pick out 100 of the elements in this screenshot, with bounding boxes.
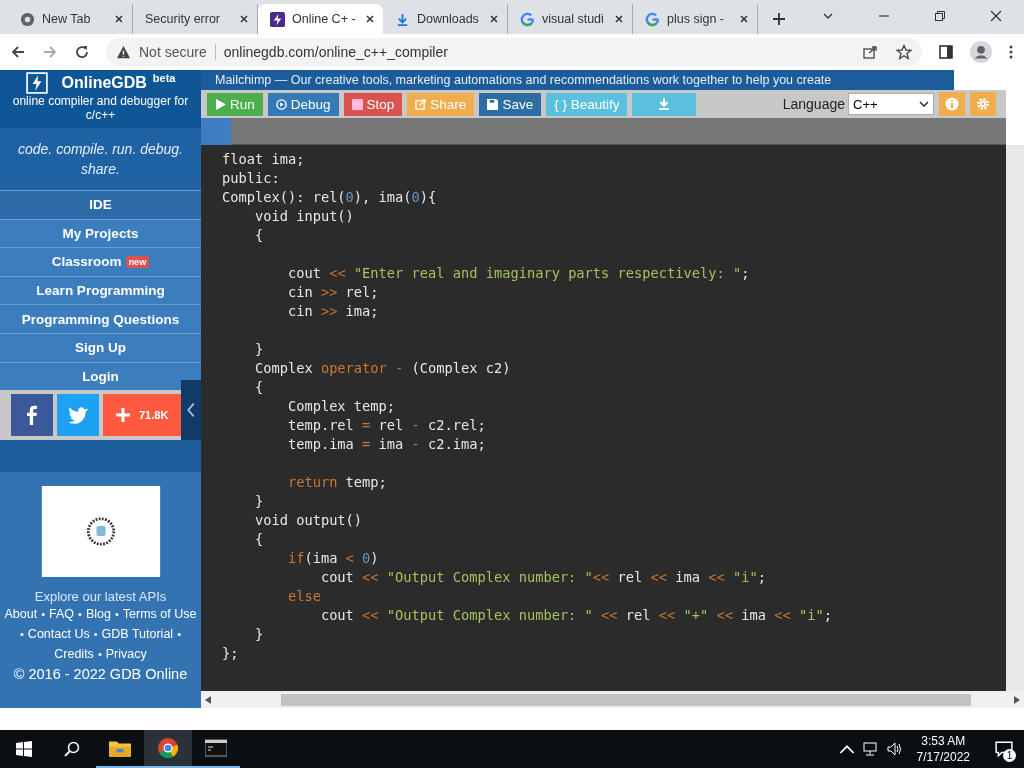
close-icon[interactable] [739,14,749,24]
code-line: }; [222,644,239,663]
new-tab-icon[interactable] [772,12,786,26]
code-line: { [253,378,264,397]
browser-tab[interactable]: Online C+ - [258,4,383,34]
footer-link[interactable]: Credits [54,644,94,665]
footer-link[interactable]: Blog [85,604,111,625]
code-line: void input() [253,207,354,226]
sidebar-item[interactable]: IDE [0,190,201,219]
new-badge: new [125,256,150,268]
ad-banner[interactable]: Mailchimp — Our creative tools, marketing automations and recommendations work together to help you create [201,70,954,90]
horizontal-scrollbar[interactable] [201,691,1024,708]
message-icon [995,740,1013,758]
ad-text: Explore our latest APIs [34,589,167,605]
taskbar-app[interactable] [144,730,192,768]
close-icon[interactable] [489,14,499,24]
warning-icon [116,44,131,60]
language-select[interactable]: C++ [848,93,934,115]
side-panel-icon[interactable] [938,44,954,60]
twitter-button[interactable] [57,394,99,437]
site-subtitle: online compiler and debugger for c/c++ [11,94,190,122]
stop-icon [351,98,363,110]
settings-icon [976,97,990,111]
close-icon[interactable] [239,14,249,24]
code-line: void output() [253,511,363,530]
close-icon[interactable] [365,14,375,24]
code-line: cin >> ima; [286,302,379,321]
sidebar-item-label: IDE [89,197,112,213]
security-label[interactable]: Not secure [139,44,216,60]
code-line: } [253,492,264,511]
sidebar-item[interactable]: Programming Questions [0,304,201,333]
code-line: Complex operator - (Complex c2) [253,359,511,378]
code-line: cout << "Output Complex number: " << rel << "+" << ima << "i"; [319,606,832,625]
bullet-separator: • [41,607,46,623]
scroll-right-icon[interactable] [1014,695,1020,704]
save-button[interactable]: Save [479,92,542,116]
sidebar-item[interactable]: Classroom new [0,247,201,276]
plus-icon [115,407,131,424]
google-icon [520,11,535,27]
tab-title: plus sign - [667,12,725,26]
code-line: } [253,625,264,644]
sidebar-item[interactable]: Sign Up [0,332,201,362]
code-line: cout << "Output Complex number: "<< rel << ima << "i"; [319,568,766,587]
code-line: { [253,226,264,245]
download-icon [395,11,410,27]
code-line: { [253,530,264,549]
close-icon[interactable] [614,14,624,24]
run-button[interactable]: Run [207,92,263,116]
network-icon[interactable] [862,741,879,757]
code-line: cin >> rel; [286,283,379,302]
menu-icon[interactable] [1008,44,1014,60]
clock-date: 7/17/2022 [916,749,970,765]
footer-link[interactable]: GDB Tutorial [101,624,174,645]
clock-time: 3:53 AM [921,733,966,749]
profile-icon[interactable] [970,41,992,63]
collapse-button[interactable] [181,380,201,441]
code-line: float ima; [222,150,305,169]
code-line: return temp; [286,473,387,492]
code-line: cout << "Enter real and imaginary parts respectively: "; [286,264,750,283]
brand-name[interactable]: OnlineGDB [61,74,147,92]
code-line: temp.ima = ima - c2.ima; [286,435,486,454]
clock[interactable]: 3:53 AM 7/17/2022 [910,733,976,765]
beta-label: beta [152,72,176,84]
ad-banner-text: Mailchimp — Our creative tools, marketing automations and recommendations work together to help you create [215,73,832,87]
reload-icon[interactable] [74,44,90,60]
footer-link[interactable]: FAQ [49,604,75,625]
footer-link[interactable]: About [4,604,38,625]
stop-button[interactable]: Stop [343,92,403,116]
code-line: else [286,587,321,606]
facebook-button[interactable] [11,394,53,437]
copyright: © 2016 - 2022 GDB Online [13,665,188,685]
sidebar-item-label: Programming Questions [21,311,180,327]
tab-title: visual studi [542,12,605,26]
close-icon[interactable] [114,14,124,24]
share-icon[interactable] [862,44,878,60]
star-icon[interactable] [896,44,912,60]
sidebar-item-label: Sign Up [75,340,126,356]
footer-link[interactable]: Contact Us [27,624,90,645]
footer-link[interactable]: Terms of Use [122,604,197,625]
code-editor[interactable] [201,145,1024,691]
sidebar-item[interactable]: My Projects [0,218,201,248]
footer-link[interactable]: Privacy [105,644,147,665]
scroll-left-icon[interactable] [205,695,211,704]
info-icon [945,97,959,111]
share-icon [415,98,427,110]
code-line: Complex temp; [286,397,396,416]
speaker-icon[interactable] [886,741,903,757]
tab-title: Online C+ - [292,12,357,26]
debug-button[interactable]: Debug [267,92,339,116]
sidebar-item-label: Learn Programming [36,283,165,299]
sidebar-item[interactable]: Learn Programming [0,275,201,305]
back-icon[interactable] [10,44,26,60]
share-count-button[interactable]: 71.8K [103,394,181,437]
code-line: temp.rel = rel - c2.rel; [286,416,486,435]
vertical-scrollbar[interactable] [1006,145,1024,691]
code-line: public: [222,169,280,188]
lightning-icon [25,72,48,94]
bullet-separator: • [114,607,119,623]
url-field[interactable]: onlinegdb.com/online_c++_compiler [223,44,844,60]
sidebar-item-label: My Projects [62,225,139,241]
